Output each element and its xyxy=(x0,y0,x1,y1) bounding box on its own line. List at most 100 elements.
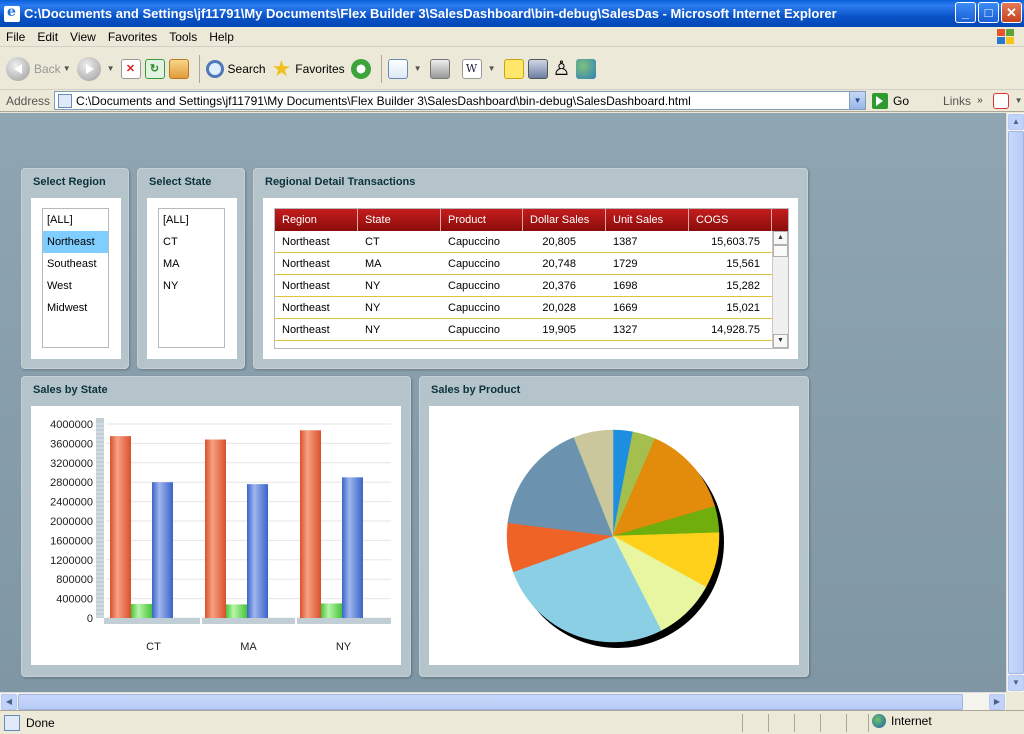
menu-edit[interactable]: Edit xyxy=(31,30,64,44)
table-row[interactable]: Northeast NY Capuccino 20,028 1669 15,021 xyxy=(275,297,772,319)
x-axis xyxy=(104,618,391,624)
bar xyxy=(300,430,321,618)
scroll-corner xyxy=(1006,692,1024,710)
table-cell: Capuccino xyxy=(448,302,500,314)
address-url: C:\Documents and Settings\jf11791\My Doc… xyxy=(76,93,691,108)
menu-file[interactable]: File xyxy=(0,30,31,44)
bar xyxy=(226,604,247,618)
chevron-right-icon[interactable]: » xyxy=(977,95,983,106)
scroll-down-icon[interactable]: ▼ xyxy=(1008,675,1024,691)
column-header[interactable]: State xyxy=(358,209,441,231)
back-button[interactable]: Back ▼ xyxy=(6,56,71,81)
home-icon[interactable] xyxy=(168,58,189,79)
sales-by-state-title: Sales by State xyxy=(33,384,108,396)
scroll-right-icon[interactable]: ▶ xyxy=(989,694,1005,710)
table-row[interactable]: Northeast MA Capuccino 20,748 1729 15,561 xyxy=(275,253,772,275)
globe-icon xyxy=(872,714,886,728)
refresh-icon[interactable]: ↻ xyxy=(144,58,165,79)
links-button[interactable]: Links xyxy=(943,94,971,108)
note-icon[interactable] xyxy=(503,58,524,79)
messenger-person-icon[interactable]: ♙ xyxy=(552,59,572,79)
table-cell: NY xyxy=(365,324,381,336)
minimize-button[interactable]: _ xyxy=(955,2,976,23)
table-cell: Northeast xyxy=(282,302,330,314)
table-cell: Northeast xyxy=(282,236,330,248)
column-header[interactable]: Dollar Sales xyxy=(523,209,606,231)
close-button[interactable]: ✕ xyxy=(1001,2,1022,23)
table-cell: Capuccino xyxy=(448,258,500,270)
region-list[interactable]: [ALL] Northeast Southeast West Midwest xyxy=(42,208,109,348)
vertical-scroll-thumb[interactable] xyxy=(1008,131,1024,674)
scroll-up-icon[interactable]: ▲ xyxy=(773,231,788,245)
column-header[interactable]: Region xyxy=(275,209,358,231)
bar xyxy=(321,603,342,618)
favorites-button[interactable]: ★ Favorites xyxy=(272,57,345,79)
horizontal-scroll-thumb[interactable] xyxy=(18,694,963,710)
status-divider xyxy=(846,714,847,732)
y-tick-label: 2000000 xyxy=(50,516,93,528)
edit-word-icon[interactable]: W xyxy=(461,58,482,79)
region-item[interactable]: [ALL] xyxy=(43,209,108,231)
region-item[interactable]: West xyxy=(43,275,108,297)
menu-bar: File Edit View Favorites Tools Help xyxy=(0,27,1024,47)
table-cell: Northeast xyxy=(282,280,330,292)
zone-label: Internet xyxy=(891,714,932,728)
chevron-down-icon[interactable]: ▼ xyxy=(488,64,496,73)
state-item[interactable]: CT xyxy=(159,231,224,253)
toolbar-extension-icon[interactable] xyxy=(992,92,1009,109)
maximize-button[interactable]: □ xyxy=(978,2,999,23)
table-row[interactable]: Northeast CT Capuccino 20,805 1387 15,603.75 xyxy=(275,231,772,253)
chevron-down-icon[interactable]: ▼ xyxy=(1015,96,1023,105)
stop-icon[interactable]: ✕ xyxy=(120,58,141,79)
transactions-grid[interactable]: Region State Product Dollar Sales Unit Sales… xyxy=(274,208,789,349)
scroll-down-icon[interactable]: ▼ xyxy=(773,334,788,348)
print-icon[interactable] xyxy=(429,58,450,79)
column-header[interactable]: Unit Sales xyxy=(606,209,689,231)
table-cell: 15,561 xyxy=(726,258,760,270)
scroll-left-icon[interactable]: ◀ xyxy=(1,694,17,710)
chevron-down-icon[interactable]: ▼ xyxy=(849,92,866,109)
favorites-label: Favorites xyxy=(295,61,345,76)
grid-scroll-thumb[interactable] xyxy=(773,245,788,257)
address-label: Address xyxy=(6,93,51,108)
search-button[interactable]: Search xyxy=(205,59,266,78)
messenger-icon[interactable] xyxy=(575,58,596,79)
state-item[interactable]: [ALL] xyxy=(159,209,224,231)
y-tick-label: 3200000 xyxy=(50,458,93,470)
search-label: Search xyxy=(227,61,266,76)
state-list[interactable]: [ALL] CT MA NY xyxy=(158,208,225,348)
grid-scrollbar[interactable]: ▲ ▼ xyxy=(772,231,788,348)
scroll-up-icon[interactable]: ▲ xyxy=(1008,114,1024,130)
region-item[interactable]: Midwest xyxy=(43,297,108,319)
security-zone: Internet xyxy=(872,714,932,728)
table-cell: NY xyxy=(365,280,381,292)
column-header[interactable]: COGS xyxy=(689,209,772,231)
go-button[interactable]: Go xyxy=(872,92,909,109)
back-arrow-icon xyxy=(6,56,30,81)
table-row[interactable]: Northeast NY Capuccino 19,905 1327 14,928.75 xyxy=(275,319,772,341)
region-item[interactable]: Southeast xyxy=(43,253,108,275)
chevron-down-icon[interactable]: ▼ xyxy=(414,64,422,73)
forward-button[interactable]: ▼ xyxy=(76,56,115,81)
region-item[interactable]: Northeast xyxy=(43,231,108,253)
history-icon[interactable] xyxy=(350,58,371,79)
mail-icon[interactable] xyxy=(387,58,408,79)
column-header[interactable]: Product xyxy=(441,209,523,231)
menu-tools[interactable]: Tools xyxy=(163,30,203,44)
sales-by-product-chart xyxy=(506,429,724,648)
horizontal-scrollbar[interactable]: ◀ ▶ xyxy=(0,692,1006,710)
state-item[interactable]: NY xyxy=(159,275,224,297)
research-icon[interactable] xyxy=(527,58,548,79)
table-row[interactable]: Northeast NY Capuccino 20,376 1698 15,282 xyxy=(275,275,772,297)
state-item[interactable]: MA xyxy=(159,253,224,275)
chevron-down-icon: ▼ xyxy=(106,64,115,73)
vertical-scrollbar[interactable]: ▲ ▼ xyxy=(1006,113,1024,692)
table-cell: 20,376 xyxy=(542,280,576,292)
menu-favorites[interactable]: Favorites xyxy=(102,30,163,44)
menu-view[interactable]: View xyxy=(64,30,102,44)
menu-help[interactable]: Help xyxy=(203,30,240,44)
table-cell: 15,021 xyxy=(726,302,760,314)
address-input[interactable]: C:\Documents and Settings\jf11791\My Doc… xyxy=(54,91,867,110)
back-label: Back xyxy=(34,61,61,76)
table-cell: 1669 xyxy=(613,302,638,314)
